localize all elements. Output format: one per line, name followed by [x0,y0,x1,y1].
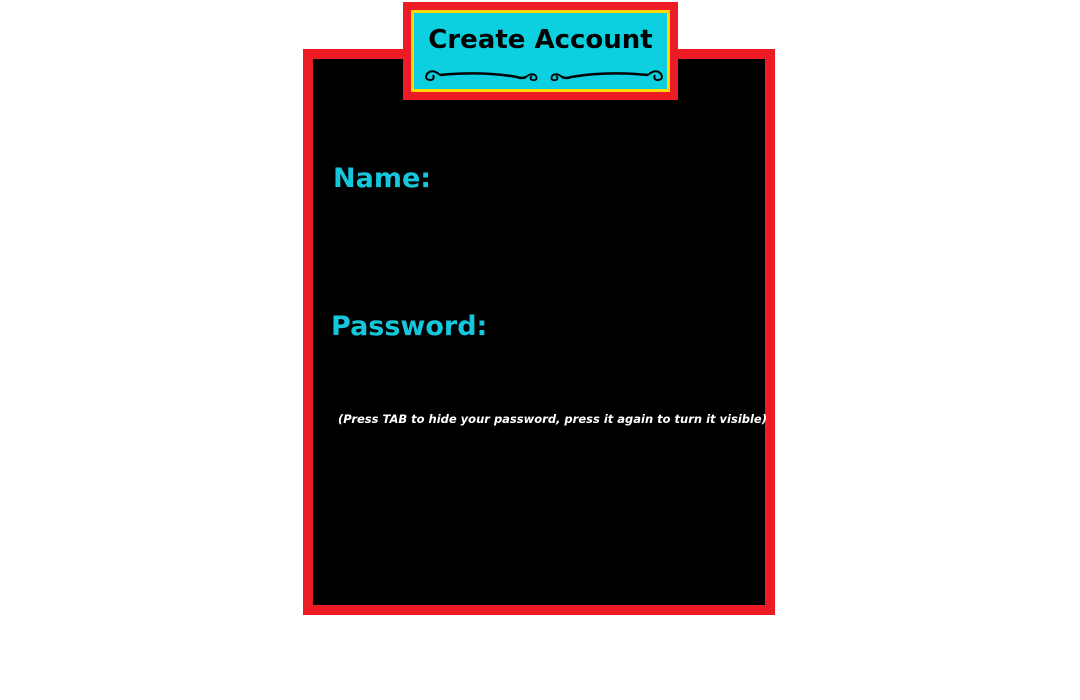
password-input[interactable] [490,311,764,349]
page-title: Create Account [428,25,653,55]
scroll-flourish-icon [425,70,663,82]
name-label: Name: [333,163,432,194]
title-plaque: Create Account [403,2,678,100]
name-input[interactable] [440,163,764,201]
title-plaque-inner: Create Account [411,10,670,92]
password-visibility-hint: (Press TAB to hide your password, press … [338,412,767,426]
password-label: Password: [331,311,488,342]
create-account-screen: Create Account Name: Password: (Press TA… [0,0,1080,700]
